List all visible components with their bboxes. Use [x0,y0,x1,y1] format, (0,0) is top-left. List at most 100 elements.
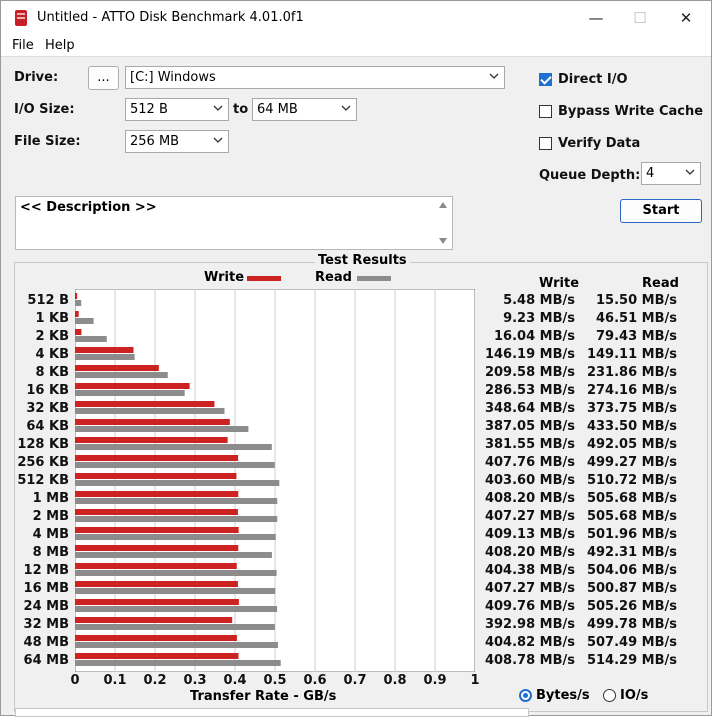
chevron-down-icon [341,105,351,111]
write-bar [75,347,134,353]
verify-data-label: Verify Data [558,136,641,151]
minimize-button[interactable]: — [573,1,619,35]
read-bar [75,570,277,576]
write-bar [75,581,238,587]
menu-file[interactable]: File [12,38,34,53]
description-scrollbar[interactable] [435,197,452,249]
read-value: 492.05 MB/s [586,437,677,452]
read-value: 505.68 MB/s [586,491,677,506]
drive-select[interactable]: [C:] Windows [125,66,505,89]
read-value: 507.49 MB/s [586,635,677,650]
write-bar [75,473,237,479]
block-size-label: 4 KB [35,347,69,362]
write-legend-swatch [247,276,281,281]
read-bar [75,462,275,468]
to-label: to [233,102,249,117]
read-legend-label: Read [315,270,352,285]
read-bar [75,624,275,630]
chevron-down-icon [685,169,695,175]
chevron-down-icon [213,105,223,111]
read-bar [75,516,278,522]
write-value: 408.78 MB/s [484,653,575,668]
io-size-to-select[interactable]: 64 MB [252,98,357,121]
read-value: 505.68 MB/s [586,509,677,524]
block-size-label: 24 MB [23,599,69,614]
radio-unselected-icon [603,689,616,702]
read-value: 492.31 MB/s [586,545,677,560]
write-value: 407.27 MB/s [484,509,575,524]
io-size-from-value: 512 B [130,102,168,117]
write-bar [75,455,239,461]
test-results-title: Test Results [315,253,410,268]
read-bar [75,390,185,396]
block-size-label: 2 KB [35,329,69,344]
io-size-from-select[interactable]: 512 B [125,98,229,121]
scroll-down-icon[interactable] [438,237,448,245]
io-size-to-value: 64 MB [257,102,298,117]
write-bar [75,635,237,641]
read-value: 79.43 MB/s [596,329,677,344]
block-size-label: 512 B [27,293,69,308]
browse-button[interactable]: ... [88,66,119,90]
write-column-header: Write [539,276,580,291]
close-button[interactable]: ✕ [663,1,709,35]
chevron-down-icon [213,137,223,143]
read-bar [75,372,168,378]
read-value: 15.50 MB/s [596,293,677,308]
direct-io-checkbox[interactable]: Direct I/O [539,72,628,87]
block-size-label: 32 MB [23,617,69,632]
write-value: 409.76 MB/s [484,599,575,614]
read-value: 510.72 MB/s [586,473,677,488]
read-value: 500.87 MB/s [586,581,677,596]
x-tick-label: 0.1 [103,673,127,688]
bypass-write-cache-label: Bypass Write Cache [558,104,704,119]
block-size-label: 2 MB [32,509,69,524]
io-per-second-radio[interactable]: IO/s [603,688,648,703]
read-value: 501.96 MB/s [586,527,677,542]
app-window: Untitled - ATTO Disk Benchmark 4.01.0f1 … [0,0,712,717]
x-tick-label: 0.3 [183,673,207,688]
write-bar [75,617,233,623]
start-button[interactable]: Start [620,199,702,223]
read-bar [75,552,272,558]
write-bar [75,509,238,515]
read-value: 231.86 MB/s [586,365,677,380]
read-value: 499.78 MB/s [586,617,677,632]
write-value: 403.60 MB/s [484,473,575,488]
file-size-value: 256 MB [130,134,180,149]
maximize-button[interactable]: ☐ [617,1,663,35]
write-value: 209.58 MB/s [484,365,575,380]
read-bar [75,606,278,612]
queue-depth-select[interactable]: 4 [641,162,701,185]
drive-label: Drive: [14,70,59,85]
read-value: 274.16 MB/s [586,383,677,398]
read-bar [75,444,272,450]
block-size-label: 32 KB [26,401,69,416]
block-size-label: 8 MB [32,545,69,560]
queue-depth-label: Queue Depth: [539,168,641,183]
description-box[interactable]: << Description >> [15,196,453,250]
menu-help[interactable]: Help [45,38,75,53]
checkbox-unchecked-icon [539,105,552,118]
scroll-up-icon[interactable] [438,201,448,209]
window-title: Untitled - ATTO Disk Benchmark 4.01.0f1 [37,10,304,25]
read-bar [75,660,281,666]
file-size-select[interactable]: 256 MB [125,130,229,153]
x-tick-label: 0 [70,673,80,688]
block-size-label: 64 KB [26,419,69,434]
read-value: 504.06 MB/s [586,563,677,578]
write-value: 146.19 MB/s [484,347,575,362]
block-size-label: 4 MB [32,527,69,542]
read-bar [75,480,280,486]
write-bar [75,293,78,299]
bytes-per-second-radio[interactable]: Bytes/s [519,688,590,703]
checkbox-checked-icon [539,73,552,86]
read-value: 505.26 MB/s [586,599,677,614]
drive-value: [C:] Windows [130,70,216,85]
verify-data-checkbox[interactable]: Verify Data [539,136,640,151]
read-bar [75,426,249,432]
write-value: 407.76 MB/s [484,455,575,470]
description-text: << Description >> [20,200,157,215]
write-value: 404.38 MB/s [484,563,575,578]
bypass-write-cache-checkbox[interactable]: Bypass Write Cache [539,104,703,119]
